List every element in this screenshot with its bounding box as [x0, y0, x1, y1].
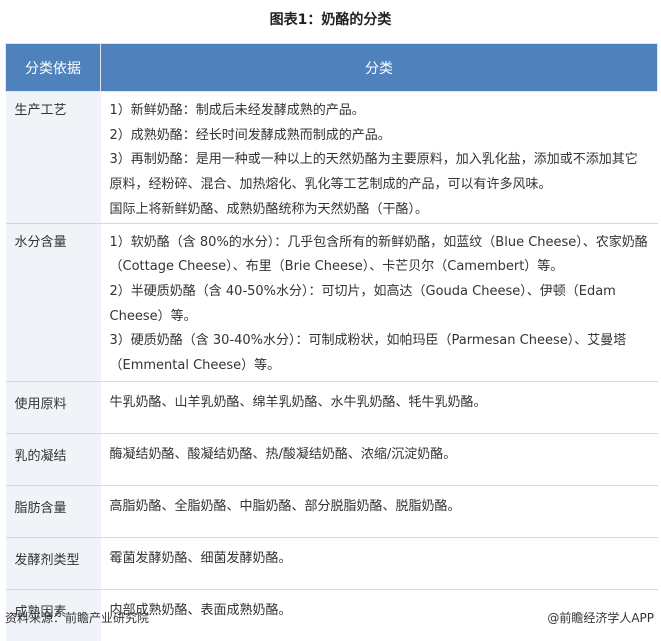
table-header-row: 分类依据 分类	[5, 43, 658, 92]
row-category: 生产工艺	[5, 91, 101, 224]
row-content: 1）新鲜奶酪：制成后未经发酵成熟的产品。 2）成熟奶酪：经长时间发酵成熟而制成的…	[100, 91, 658, 224]
classification-table: 分类依据 分类 生产工艺 1）新鲜奶酪：制成后未经发酵成熟的产品。 2）成熟奶酪…	[5, 43, 658, 641]
header-basis: 分类依据	[5, 43, 101, 92]
row-content: 高脂奶酪、全脂奶酪、中脂奶酪、部分脱脂奶酪、脱脂奶酪。	[100, 484, 658, 538]
content-line: 2）半硬质奶酪（含 40-50%水分）：可切片，如高达（Gouda Cheese…	[109, 283, 616, 324]
table-row: 生产工艺 1）新鲜奶酪：制成后未经发酵成熟的产品。 2）成熟奶酪：经长时间发酵成…	[5, 91, 658, 224]
row-category: 发酵剂类型	[5, 536, 101, 590]
content-line: 3）硬质奶酪（含 30-40%水分）：可制成粉状，如帕玛臣（Parmesan C…	[109, 333, 627, 374]
row-content: 牛乳奶酪、山羊乳奶酪、绵羊乳奶酪、水牛乳奶酪、牦牛乳奶酪。	[100, 380, 658, 434]
row-category: 水分含量	[5, 222, 101, 382]
row-content: 酶凝结奶酪、酸凝结奶酪、热/酸凝结奶酪、浓缩/沉淀奶酪。	[100, 432, 658, 486]
table-row: 发酵剂类型 霉菌发酵奶酪、细菌发酵奶酪。	[5, 536, 658, 590]
content-line: 1）软奶酪（含 80%的水分）：几乎包含所有的新鲜奶酪，如蓝纹（Blue Che…	[109, 234, 648, 275]
row-content: 霉菌发酵奶酪、细菌发酵奶酪。	[100, 536, 658, 590]
row-category: 使用原料	[5, 380, 101, 434]
table-row: 水分含量 1）软奶酪（含 80%的水分）：几乎包含所有的新鲜奶酪，如蓝纹（Blu…	[5, 222, 658, 382]
figure-title: 图表1：奶酪的分类	[269, 12, 392, 28]
content-line: 1）新鲜奶酪：制成后未经发酵成熟的产品。	[109, 103, 365, 118]
row-category: 乳的凝结	[5, 432, 101, 486]
table-row: 使用原料 牛乳奶酪、山羊乳奶酪、绵羊乳奶酪、水牛乳奶酪、牦牛乳奶酪。	[5, 380, 658, 434]
content-line: 国际上将新鲜奶酪、成熟奶酪统称为天然奶酪（干酪）。	[109, 201, 429, 217]
row-category: 脂肪含量	[5, 484, 101, 538]
source-note: 资料来源：前瞻产业研究院	[5, 611, 150, 625]
content-line: 3）再制奶酪：是用一种或一种以上的天然奶酪为主要原料，加入乳化盐，添加或不添加其…	[109, 152, 638, 193]
header-classification: 分类	[100, 43, 658, 92]
row-content: 1）软奶酪（含 80%的水分）：几乎包含所有的新鲜奶酪，如蓝纹（Blue Che…	[100, 222, 658, 382]
brand-credit: @前瞻经济学人APP	[547, 611, 654, 625]
content-line: 2）成熟奶酪：经长时间发酵成熟而制成的产品。	[109, 127, 391, 143]
table-row: 乳的凝结 酶凝结奶酪、酸凝结奶酪、热/酸凝结奶酪、浓缩/沉淀奶酪。	[5, 432, 658, 486]
table-row: 脂肪含量 高脂奶酪、全脂奶酪、中脂奶酪、部分脱脂奶酪、脱脂奶酪。	[5, 484, 658, 538]
